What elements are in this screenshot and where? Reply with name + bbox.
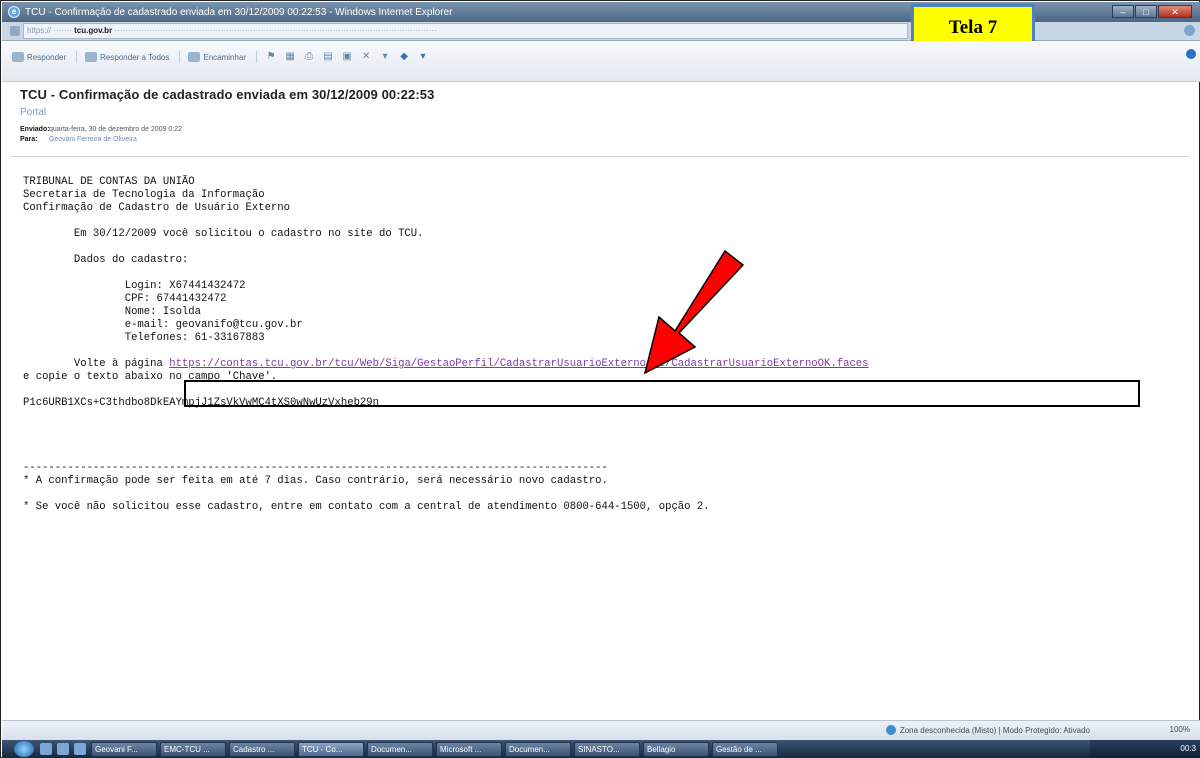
header-divider — [10, 156, 1190, 157]
options-icon[interactable]: ▾ — [379, 51, 391, 63]
refresh-icon[interactable] — [1184, 25, 1195, 36]
reply-all-button[interactable]: Responder a Todos — [85, 52, 169, 62]
previous-arrow-icon[interactable]: ◆ — [398, 51, 410, 63]
zone-label: Zona desconhecida (Misto) | Modo Protegi… — [899, 725, 1090, 735]
taskbar-item[interactable]: Geovani F... — [91, 741, 157, 757]
body-phone: Telefones: 61-33167883 — [23, 332, 265, 344]
toolbar-separator — [76, 51, 78, 63]
globe-icon — [885, 725, 896, 735]
close-button[interactable]: ✕ — [1158, 5, 1192, 18]
sent-label: Enviado: — [20, 126, 50, 133]
move-icon[interactable]: ▤ — [322, 51, 334, 63]
attach-icon[interactable]: ▣ — [341, 51, 353, 63]
body-separator: ----------------------------------------… — [23, 462, 608, 474]
next-arrow-icon[interactable]: ▾ — [417, 51, 429, 63]
taskbar-item[interactable]: Documen... — [367, 741, 433, 757]
system-tray: 00:3 — [1090, 740, 1200, 758]
browser-quicklaunch-icon[interactable] — [57, 743, 69, 755]
internet-explorer-icon: e — [8, 6, 20, 18]
taskbar-item[interactable]: Documen... — [505, 741, 571, 757]
body-return-line: Volte à página https://contas.tcu.gov.br… — [23, 358, 1173, 371]
flag-icon[interactable]: ⚑ — [265, 51, 277, 63]
taskbar-item[interactable]: Bellagio — [643, 741, 709, 757]
url-prefix: https:// — [27, 26, 52, 35]
body-data-heading: Dados do cadastro: — [23, 254, 189, 266]
page-icon — [10, 26, 20, 36]
confirmation-link[interactable]: https://contas.tcu.gov.br/tcu/Web/Siga/G… — [169, 358, 868, 370]
taskbar-item[interactable]: Cadastro ... — [229, 741, 295, 757]
help-icon[interactable] — [1186, 49, 1196, 59]
categorize-icon[interactable]: ▦ — [284, 51, 296, 63]
red-arrow-annotation — [643, 249, 745, 375]
reply-all-icon — [85, 52, 98, 62]
reply-all-label: Responder a Todos — [100, 52, 170, 62]
body-login: Login: X67441432472 — [23, 280, 246, 292]
taskbar-item[interactable]: EMC-TCU ... — [160, 741, 226, 757]
toolbar-separator — [179, 51, 181, 63]
body-heading: Confirmação de Cadastro de Usuário Exter… — [23, 202, 291, 214]
status-bar: Zona desconhecida (Misto) | Modo Protegi… — [2, 720, 1200, 741]
toolbar-separator — [256, 51, 258, 63]
url-field[interactable]: https:// ······· tcu.gov.br ············… — [23, 23, 908, 39]
body-note-2: * Se você não solicitou esse cadastro, e… — [23, 501, 710, 513]
message-subject: TCU - Confirmação de cadastrado enviada … — [20, 87, 435, 102]
body-org: TRIBUNAL DE CONTAS DA UNIÃO — [23, 176, 195, 188]
forward-icon — [188, 52, 201, 62]
body-email: e-mail: geovanifo@tcu.gov.br — [23, 319, 303, 331]
reply-label: Responder — [27, 52, 67, 62]
taskbar: Geovani F... EMC-TCU ... Cadastro ... TC… — [2, 740, 1200, 758]
body-request-line: Em 30/12/2009 você solicitou o cadastro … — [23, 228, 424, 240]
print-icon[interactable]: ⎙ — [303, 51, 315, 63]
clock: 00:3 — [1180, 744, 1196, 753]
taskbar-item[interactable]: SINASTO... — [574, 741, 640, 757]
security-zone[interactable]: Zona desconhecida (Misto) | Modo Protegi… — [885, 725, 1090, 735]
forward-button[interactable]: Encaminhar — [188, 52, 246, 62]
taskbar-item-active[interactable]: TCU - Co... — [298, 741, 364, 757]
to-label: Para: — [20, 136, 38, 143]
zoom-level[interactable]: 100% — [1170, 725, 1190, 734]
explorer-quicklaunch-icon[interactable] — [74, 743, 86, 755]
window-controls: – □ ✕ — [1111, 5, 1192, 18]
url-domain: tcu.gov.br — [74, 26, 113, 35]
maximize-button[interactable]: □ — [1135, 5, 1157, 18]
delete-icon[interactable]: ✕ — [360, 51, 372, 63]
body-dept: Secretaria de Tecnologia da Informação — [23, 189, 265, 201]
forward-label: Encaminhar — [203, 52, 247, 62]
reply-button[interactable]: Responder — [12, 52, 66, 62]
mail-toolbar: Responder Responder a Todos Encaminhar ⚑… — [2, 41, 1200, 82]
message-header: TCU - Confirmação de cadastrado enviada … — [20, 87, 1179, 145]
link-highlight-box — [184, 380, 1140, 407]
body-note-1: * A confirmação pode ser feita em até 7 … — [23, 475, 608, 487]
message-body: TRIBUNAL DE CONTAS DA UNIÃO Secretaria d… — [23, 176, 1173, 514]
show-desktop-icon[interactable] — [40, 743, 52, 755]
sent-value: quarta-feira, 30 de dezembro de 2009 0:2… — [48, 126, 183, 133]
folder-label[interactable]: Portal — [20, 107, 1179, 118]
window-title: TCU - Confirmação de cadastrado enviada … — [25, 6, 453, 18]
message-meta: Enviado: quarta-feira, 30 de dezembro de… — [20, 125, 1179, 145]
start-button[interactable] — [14, 741, 34, 757]
return-prefix: Volte à página — [23, 358, 170, 370]
taskbar-item[interactable]: Microsoft ... — [436, 741, 502, 757]
body-name: Nome: Isolda — [23, 306, 202, 318]
minimize-button[interactable]: – — [1112, 5, 1134, 18]
reply-icon — [12, 52, 24, 62]
recipient[interactable]: Geovani Ferreira de Oliveira — [49, 136, 137, 143]
browser-window: e TCU - Confirmação de cadastrado enviad… — [0, 0, 1200, 758]
body-cpf: CPF: 67441432472 — [23, 293, 227, 305]
taskbar-item[interactable]: Gestão de ... — [712, 741, 778, 757]
